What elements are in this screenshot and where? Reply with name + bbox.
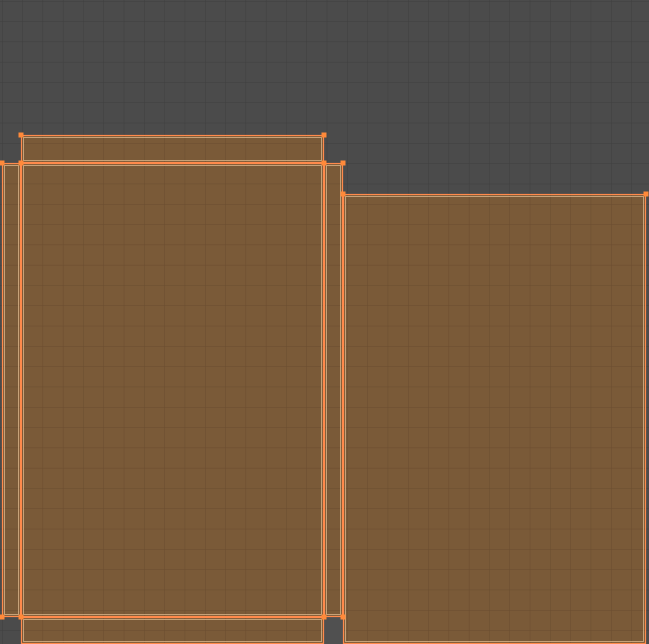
uv-islands (1, 134, 647, 644)
uv-island-middle-strip[interactable] (323, 162, 344, 618)
uv-face-grid (21, 617, 324, 644)
uv-vertex[interactable] (18, 614, 24, 620)
uv-gap-bottom-middle (324, 617, 343, 644)
uv-vertex[interactable] (321, 160, 327, 166)
uv-face-grid (21, 135, 324, 163)
uv-vertex[interactable] (18, 160, 24, 166)
uv-vertex[interactable] (340, 160, 346, 166)
uv-island-top-strip[interactable] (20, 134, 325, 164)
uv-vertex[interactable] (340, 191, 346, 197)
uv-editor-viewport[interactable] (0, 0, 649, 644)
uv-island-left-edge-strip[interactable] (1, 162, 22, 618)
uv-face-grid (343, 194, 646, 644)
uv-face-grid (21, 163, 324, 617)
uv-island-left-main[interactable] (20, 162, 325, 618)
uv-vertex[interactable] (0, 614, 5, 620)
uv-vertex[interactable] (340, 614, 346, 620)
uv-vertex[interactable] (18, 132, 24, 138)
uv-vertex[interactable] (0, 160, 5, 166)
uv-island-right-main[interactable] (342, 193, 647, 644)
uv-vertex[interactable] (321, 132, 327, 138)
uv-island-bottom-strip[interactable] (20, 616, 325, 644)
uv-vertex[interactable] (321, 614, 327, 620)
uv-vertex[interactable] (643, 191, 649, 197)
